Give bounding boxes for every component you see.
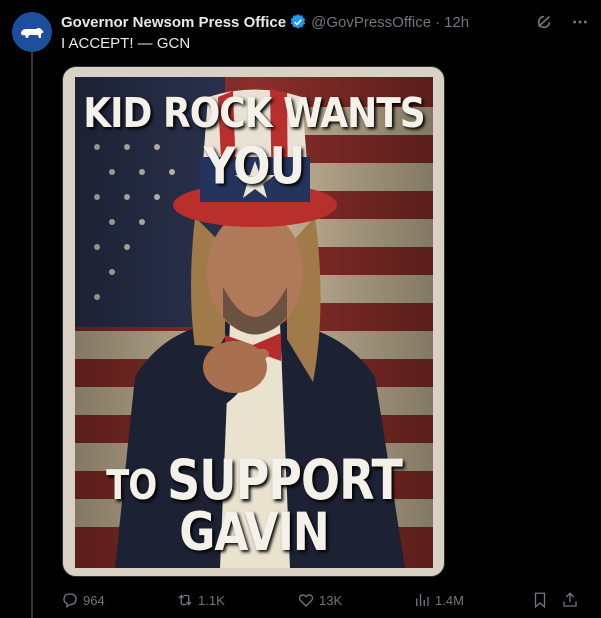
california-bear-icon	[21, 28, 44, 38]
bookmark-icon	[534, 592, 546, 609]
separator-dot: ·	[435, 13, 441, 31]
grok-icon[interactable]	[535, 13, 553, 31]
bookmark-button[interactable]	[531, 590, 549, 610]
poster-image: KID ROCK WANTS YOU TO SUPPORT GAVIN NEWS…	[75, 77, 433, 568]
tweet-text: I ACCEPT! — GCN	[61, 35, 191, 52]
more-options-icon[interactable]	[571, 13, 589, 31]
heart-icon	[298, 594, 314, 607]
repost-count: 1.1K	[198, 592, 225, 608]
share-icon	[563, 592, 577, 607]
verified-badge-icon[interactable]	[289, 13, 307, 31]
poster-headline-bottom: GAVIN NEWSOM	[143, 501, 366, 568]
tweet-actions: 964 1.1K 13K 1.4M	[61, 590, 589, 610]
poster-text-1b: YOU	[203, 137, 305, 196]
views-button[interactable]: 1.4M	[413, 590, 464, 610]
reply-button[interactable]: 964	[61, 590, 105, 610]
poster-headline-top: KID ROCK WANTS YOU	[75, 90, 433, 196]
poster-text-1a: KID ROCK WANTS	[83, 90, 425, 138]
reply-icon	[63, 593, 77, 609]
avatar[interactable]	[12, 12, 52, 52]
tweet-media-image[interactable]: KID ROCK WANTS YOU TO SUPPORT GAVIN NEWS…	[62, 66, 445, 577]
thread-line	[31, 52, 33, 618]
views-count: 1.4M	[435, 592, 464, 608]
account-handle[interactable]: @GovPressOffice	[311, 14, 431, 31]
account-name[interactable]: Governor Newsom Press Office	[61, 14, 286, 31]
tweet-time[interactable]: 12h	[444, 14, 469, 31]
share-button[interactable]	[561, 590, 579, 610]
repost-button[interactable]: 1.1K	[176, 590, 225, 610]
like-count: 13K	[319, 592, 343, 608]
views-icon	[416, 594, 429, 606]
header-icons	[535, 12, 589, 32]
like-button[interactable]: 13K	[297, 590, 342, 610]
repost-icon	[178, 594, 192, 606]
reply-count: 964	[83, 592, 105, 608]
tweet-header: Governor Newsom Press Office @GovPressOf…	[61, 12, 589, 32]
